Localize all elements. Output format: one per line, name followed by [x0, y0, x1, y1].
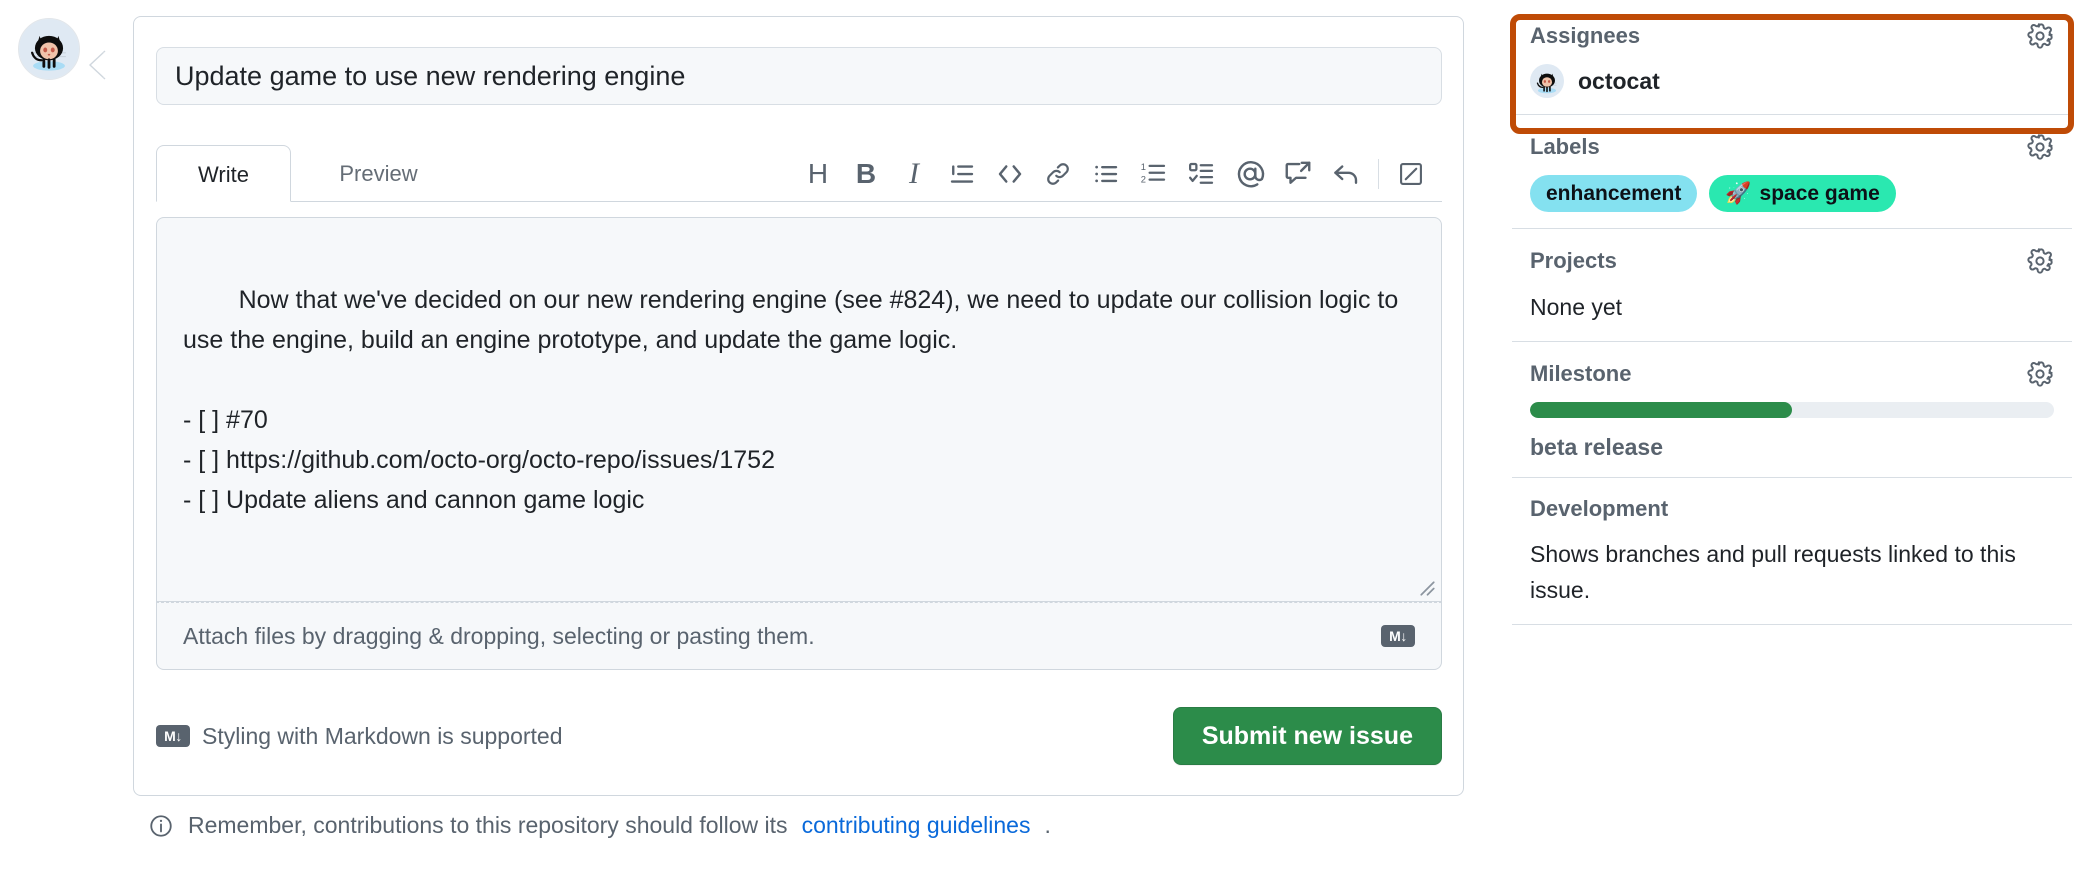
svg-text:1: 1	[1141, 162, 1146, 172]
issue-compose-column: Write Preview H B I	[0, 0, 1500, 896]
markdown-toolbar: H B I	[794, 147, 1435, 201]
guidelines-prefix: Remember, contributions to this reposito…	[188, 812, 788, 839]
label-emoji: 🚀	[1725, 181, 1751, 206]
octocat-avatar-icon	[1530, 64, 1564, 98]
gear-icon[interactable]	[2026, 22, 2054, 50]
submit-new-issue-button[interactable]: Submit new issue	[1173, 707, 1442, 765]
code-icon[interactable]	[986, 150, 1034, 198]
unordered-list-icon[interactable]	[1082, 150, 1130, 198]
textarea-resize-handle[interactable]	[1415, 576, 1435, 596]
milestone-progress-bar	[1530, 402, 2054, 418]
italic-icon[interactable]: I	[890, 150, 938, 198]
milestone-header: Milestone	[1530, 360, 2054, 388]
markdown-support-label: Styling with Markdown is supported	[202, 723, 563, 750]
issue-body-text: Now that we've decided on our new render…	[183, 286, 1405, 514]
github-new-issue-page: Write Preview H B I	[0, 0, 2088, 896]
projects-value: None yet	[1530, 289, 2054, 325]
sidebar-section-assignees: Assignees	[1512, 0, 2072, 115]
compose-footer: M↓ Styling with Markdown is supported Su…	[156, 697, 1442, 775]
gear-icon[interactable]	[2026, 360, 2054, 388]
info-icon	[148, 813, 174, 839]
markdown-badge-icon: M↓	[156, 725, 190, 747]
assignees-title: Assignees	[1530, 23, 1640, 49]
projects-title: Projects	[1530, 248, 1617, 274]
label-chip-enhancement[interactable]: enhancement	[1530, 175, 1697, 212]
development-title: Development	[1530, 496, 1668, 522]
attach-files-hint: Attach files by dragging & dropping, sel…	[183, 623, 815, 650]
mention-icon[interactable]	[1226, 150, 1274, 198]
tab-write[interactable]: Write	[156, 145, 291, 202]
labels-list: enhancement 🚀 space game	[1530, 175, 2054, 212]
comment-pointer-icon	[88, 50, 106, 80]
label-text: space game	[1760, 181, 1880, 206]
link-icon[interactable]	[1034, 150, 1082, 198]
tab-preview-label: Preview	[339, 161, 417, 186]
assignee-item-octocat[interactable]: octocat	[1530, 64, 2054, 98]
sidebar-section-projects: Projects None yet	[1512, 229, 2072, 342]
tabs-divider	[156, 201, 1442, 202]
milestone-progress-fill	[1530, 402, 1792, 418]
saved-reply-icon[interactable]	[1322, 150, 1370, 198]
tab-preview[interactable]: Preview	[291, 145, 466, 202]
projects-header: Projects	[1530, 247, 2054, 275]
issue-compose-box: Write Preview H B I	[133, 16, 1464, 796]
sidebar-section-development: Development Shows branches and pull requ…	[1512, 478, 2072, 625]
issue-sidebar: Assignees	[1512, 0, 2072, 896]
tab-write-label: Write	[198, 162, 249, 187]
fullscreen-icon[interactable]	[1387, 150, 1435, 198]
label-chip-space-game[interactable]: 🚀 space game	[1709, 175, 1895, 212]
labels-header: Labels	[1530, 133, 2054, 161]
octocat-avatar-icon	[18, 18, 80, 80]
labels-title: Labels	[1530, 134, 1600, 160]
author-avatar	[18, 18, 80, 80]
attach-files-bar[interactable]: Attach files by dragging & dropping, sel…	[156, 602, 1442, 670]
gear-icon[interactable]	[2026, 247, 2054, 275]
development-header: Development	[1530, 496, 2054, 522]
task-list-icon[interactable]	[1178, 150, 1226, 198]
milestone-title: Milestone	[1530, 361, 1631, 387]
guidelines-suffix: .	[1044, 812, 1050, 839]
assignee-username: octocat	[1578, 68, 1660, 95]
milestone-name[interactable]: beta release	[1530, 434, 2054, 461]
sidebar-section-labels: Labels enhancement 🚀 space game	[1512, 115, 2072, 229]
development-description: Shows branches and pull requests linked …	[1530, 536, 2054, 608]
markdown-icon: M↓	[1381, 625, 1415, 647]
gear-icon[interactable]	[2026, 133, 2054, 161]
sidebar-section-milestone: Milestone beta release	[1512, 342, 2072, 478]
markdown-support-link[interactable]: M↓ Styling with Markdown is supported	[156, 723, 563, 750]
quote-icon[interactable]	[938, 150, 986, 198]
toolbar-divider	[1378, 159, 1379, 189]
contributing-guidelines-note: Remember, contributions to this reposito…	[148, 812, 1051, 839]
label-text: enhancement	[1546, 181, 1681, 206]
issue-title-input[interactable]	[156, 47, 1442, 105]
heading-icon[interactable]: H	[794, 150, 842, 198]
contributing-guidelines-link[interactable]: contributing guidelines	[802, 812, 1031, 839]
assignees-header: Assignees	[1530, 22, 2054, 50]
bold-icon[interactable]: B	[842, 150, 890, 198]
ordered-list-icon[interactable]: 1 2	[1130, 150, 1178, 198]
issue-body-textarea[interactable]: Now that we've decided on our new render…	[156, 217, 1442, 602]
svg-text:2: 2	[1141, 174, 1146, 184]
reference-icon[interactable]	[1274, 150, 1322, 198]
